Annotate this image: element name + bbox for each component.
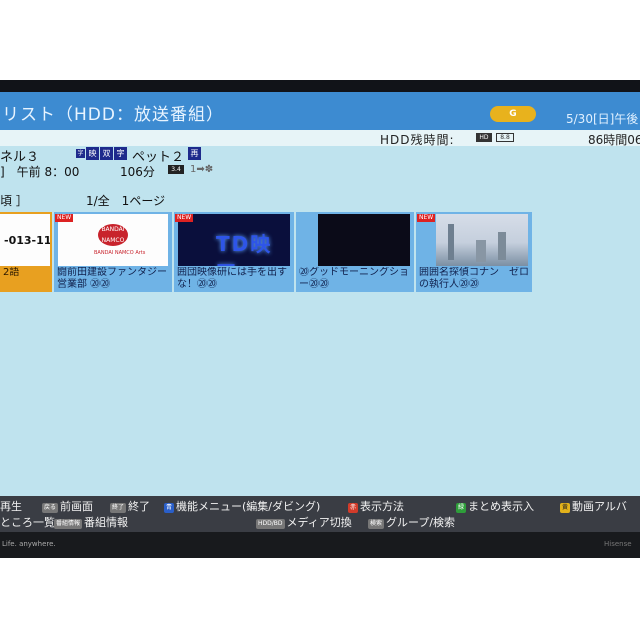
thumbnail-title: 囲団映像研には手を出す な！⑳⑳: [177, 267, 292, 291]
logo-subtext: BANDAI NAMCO Arts: [94, 250, 146, 256]
group-display-label: まとめ表示入: [468, 500, 535, 513]
building-shape: [498, 232, 506, 260]
building-shape: [476, 240, 486, 262]
hdd-remaining-label: HDD残時間:: [380, 133, 455, 147]
program-time: ] 午前 8：00: [0, 165, 80, 179]
red-key-icon: 赤: [348, 503, 359, 513]
tv-bezel-bottom: [0, 532, 640, 558]
thumbnail-image: [318, 214, 410, 266]
end-key-icon: 終了: [110, 503, 127, 513]
program-duration: 106分: [120, 165, 155, 179]
hdd-remaining-time: 86時間06分: [588, 133, 640, 147]
bandai-namco-logo: BANDAI NAMCO: [98, 224, 128, 246]
thumbnail-item[interactable]: ⑳グッドモーニングショ ー⑳⑳: [296, 212, 414, 292]
hdd-quality-badge: HD: [476, 133, 492, 142]
thumbnail-title-line2: ー⑳⑳: [299, 279, 329, 290]
program-info-label: 番組情報: [84, 516, 129, 529]
thumbnail-title: ⑳グッドモーニングショ ー⑳⑳: [299, 267, 412, 291]
display-method-hint[interactable]: 赤表示方法: [348, 498, 404, 514]
building-shape: [448, 224, 454, 260]
end-hint[interactable]: 終了 終了: [110, 498, 150, 514]
thumbnail-item[interactable]: -013-111 2語: [0, 212, 52, 292]
current-date: 5/30[日]午後: [566, 112, 639, 126]
caption-icon: 字: [76, 149, 85, 158]
display-method-label: 表示方法: [360, 500, 405, 513]
new-badge: NEW: [417, 214, 436, 222]
hdd-bd-key-icon: HDD/BD: [256, 519, 285, 529]
thumbnail-item[interactable]: NEW TD映画 囲団映像研には手を出すな！⑳⑳: [174, 212, 294, 292]
rerun-badge: 再: [188, 147, 201, 160]
thumbnail-image: TD映画: [178, 214, 290, 266]
function-menu-hint[interactable]: 青機能メニュー(編集/ダビング): [164, 498, 320, 514]
bilingual-icon: 双: [100, 147, 113, 160]
new-badge: NEW: [175, 214, 194, 222]
thumbnail-title: 囲囲名探偵コナン ゼロ の執行人⑳⑳: [419, 267, 530, 291]
tv-brand-slogan: Life. anywhere.: [2, 540, 56, 548]
title-bar: リスト（HDD：放送番組） G 5/30[日]午後: [0, 92, 640, 130]
thumbnail-image: [436, 214, 528, 266]
program-info-hint[interactable]: 番組情報 番組情報: [54, 514, 128, 530]
search-label: グループ/検索: [386, 516, 456, 529]
function-menu-label: 機能メニュー(編集/ダビング): [176, 500, 321, 513]
recorded-list-screen: リスト（HDD：放送番組） G 5/30[日]午後 HDD残時間: HD 8.8…: [0, 92, 640, 496]
green-key-icon: 緑: [456, 503, 467, 513]
thumbnail-title-line1: 闘前田建設ファンタジー: [57, 267, 167, 278]
thumbnail-title-line2: な！⑳⑳: [177, 279, 217, 290]
media-switch-hint[interactable]: HDD/BD メディア切換: [256, 514, 352, 530]
blue-key-icon: 青: [164, 503, 175, 513]
thumbnail-image: -013-111: [0, 214, 50, 266]
highlights-label: ところ一覧: [0, 516, 55, 529]
hdd-status-bar: HDD残時間: HD 8.8 86時間06分: [0, 130, 640, 147]
subtitle-icon: 字: [114, 147, 127, 160]
channel-logo: G: [490, 106, 536, 122]
thumbnail-list: -013-111 2語 NEW BANDAI NAMCO BANDAI NAMC…: [0, 212, 640, 296]
yellow-key-icon: 黄: [560, 503, 571, 513]
program-info-key-icon: 番組情報: [54, 519, 83, 529]
thumbnail-title-line2: 営業部 ⑳⑳: [57, 279, 111, 290]
button-guide-bar: 再生 戻る 前画面 終了 終了 青機能メニュー(編集/ダビング) 赤表示方法 緑まと…: [0, 496, 640, 532]
media-switch-label: メディア切換: [286, 516, 352, 529]
group-label: 頃 ］: [0, 194, 28, 208]
thumbnail-title: 2語: [3, 267, 20, 278]
audio-icon: 1➡✽: [190, 164, 214, 175]
movie-icon: 映: [86, 147, 99, 160]
thumbnail-title-line1: 囲囲名探偵コナン ゼロ: [419, 267, 529, 278]
back-key-icon: 戻る: [42, 503, 59, 513]
hdd-mode-badge: 8.8: [496, 133, 514, 142]
tv-brand-logo: Hisense: [604, 540, 632, 548]
end-label: 終了: [128, 500, 151, 513]
new-badge: NEW: [55, 214, 74, 222]
highlights-hint[interactable]: ところ一覧: [0, 514, 55, 530]
thumbnail-glow-text: TD映画: [216, 232, 273, 266]
thumbnail-title-line2: の執行人⑳⑳: [419, 279, 479, 290]
back-label: 前画面: [60, 500, 94, 513]
thumbnail-title-line1: 囲団映像研には手を出す: [177, 267, 287, 278]
group-display-hint[interactable]: 緑まとめ表示入: [456, 498, 534, 514]
thumbnail-title-line1: ⑳グッドモーニングショ: [299, 267, 409, 278]
play-label: 再生: [0, 500, 22, 513]
recording-quality-badge: 3.4: [168, 165, 184, 174]
back-hint[interactable]: 戻る 前画面: [42, 498, 93, 514]
thumbnail-image: BANDAI NAMCO BANDAI NAMCO Arts: [58, 214, 168, 266]
search-hint[interactable]: 検索 グループ/検索: [368, 514, 455, 530]
page-title: リスト（HDD：放送番組）: [2, 105, 224, 125]
video-album-label: 動画アルバ: [572, 500, 627, 513]
video-album-hint[interactable]: 黄動画アルバ: [560, 498, 627, 514]
card-number-text: -013-111: [4, 234, 50, 247]
page-indicator: 1/全 1ページ: [86, 194, 166, 208]
search-key-icon: 検索: [368, 519, 385, 529]
thumbnail-item[interactable]: NEW 囲囲名探偵コナン ゼロ の執行人⑳⑳: [416, 212, 532, 292]
thumbnail-item[interactable]: NEW BANDAI NAMCO BANDAI NAMCO Arts 闘前田建設…: [54, 212, 172, 292]
tv-bezel-top: [0, 80, 640, 92]
play-hint: 再生: [0, 498, 22, 514]
thumbnail-title: 闘前田建設ファンタジー 営業部 ⑳⑳: [57, 267, 170, 291]
